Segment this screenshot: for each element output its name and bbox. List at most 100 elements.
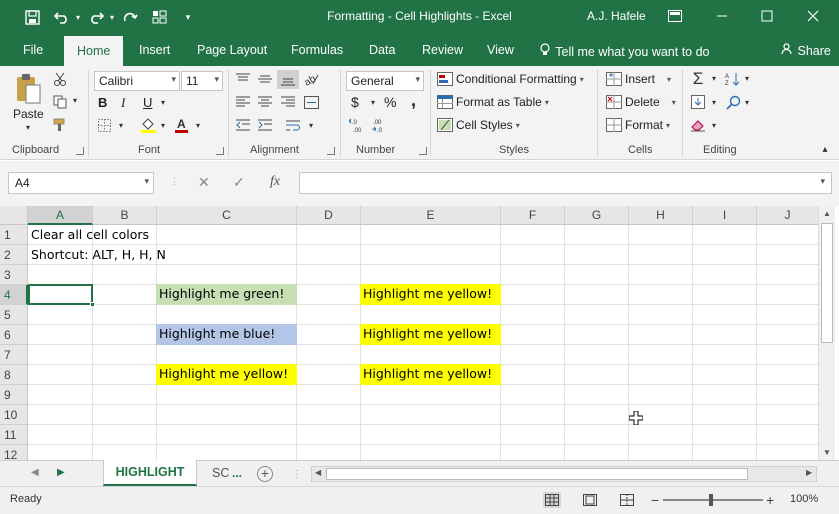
insert-function-button[interactable]: fx (270, 174, 280, 190)
row-header-6[interactable]: 6 (0, 325, 28, 345)
clipboard-launcher-icon[interactable] (76, 147, 84, 155)
clear-dropdown-icon[interactable]: ▾ (709, 121, 719, 130)
fill-icon[interactable] (689, 94, 707, 110)
tab-file[interactable]: File (23, 43, 43, 57)
column-header-d[interactable]: D (297, 206, 361, 225)
underline-dropdown-icon[interactable]: ▾ (158, 98, 168, 107)
minimize-icon[interactable] (712, 6, 732, 26)
ribbon-options-icon[interactable] (665, 6, 685, 26)
fill-handle[interactable] (90, 302, 95, 307)
zoom-slider-knob[interactable] (709, 494, 713, 506)
increase-decimal-icon[interactable]: .0.00 (348, 117, 368, 133)
cut-icon[interactable] (52, 71, 68, 87)
format-painter-icon[interactable] (52, 117, 68, 133)
align-left-icon[interactable] (234, 94, 252, 110)
italic-button[interactable]: I (121, 95, 125, 111)
cell-c6[interactable]: Highlight me blue! (156, 324, 297, 345)
row-header-4[interactable]: 4 (0, 285, 28, 305)
scroll-right-icon[interactable]: ▶ (806, 468, 812, 477)
alignment-launcher-icon[interactable] (327, 147, 335, 155)
font-name-combo[interactable]: Calibri ▾ (94, 71, 180, 91)
row-header-12[interactable]: 12 (0, 445, 28, 460)
comma-style-button[interactable]: , (411, 90, 416, 111)
more-sheets-button[interactable]: ... (232, 466, 242, 480)
sort-filter-icon[interactable]: AZ (724, 71, 742, 87)
tab-home[interactable]: Home (64, 36, 124, 66)
column-header-g[interactable]: G (565, 206, 629, 225)
cell-a1[interactable]: Clear all cell colors (28, 225, 152, 245)
column-header-i[interactable]: I (693, 206, 757, 225)
column-header-c[interactable]: C (157, 206, 297, 225)
horizontal-scroll-thumb[interactable] (326, 468, 748, 480)
cell-styles-button[interactable]: Cell Styles ▾ (437, 118, 520, 132)
wrap-text-icon[interactable] (284, 117, 302, 133)
close-icon[interactable] (803, 6, 823, 26)
paste-button[interactable]: Paste (13, 107, 44, 121)
page-layout-view-icon[interactable] (581, 492, 599, 508)
merge-center-icon[interactable] (302, 94, 320, 110)
align-bottom-icon[interactable] (277, 70, 299, 89)
currency-dropdown-icon[interactable]: ▾ (368, 98, 378, 107)
name-box[interactable]: A4 ▾ (8, 172, 154, 194)
autosum-icon[interactable]: Σ (689, 69, 707, 88)
decrease-decimal-icon[interactable]: .00.0 (370, 117, 390, 133)
copy-dropdown-icon[interactable]: ▾ (70, 96, 80, 105)
sheet-next-icon[interactable]: ▶ (57, 467, 65, 478)
enter-icon[interactable]: ✓ (233, 174, 245, 191)
cell-e4[interactable]: Highlight me yellow! (360, 284, 501, 305)
number-launcher-icon[interactable] (419, 147, 427, 155)
conditional-formatting-button[interactable]: Conditional Formatting ▾ (437, 72, 584, 86)
share-button[interactable]: Share (781, 43, 831, 58)
collapse-ribbon-icon[interactable]: ▴ (818, 144, 832, 155)
splitter-dots-icon[interactable]: ⋮ (170, 176, 180, 187)
increase-indent-icon[interactable] (256, 117, 274, 133)
tab-splitter-icon[interactable]: ⋮ (292, 469, 302, 480)
cell-c4[interactable]: Highlight me green! (156, 284, 297, 305)
fill-color-dropdown-icon[interactable]: ▾ (158, 121, 168, 130)
cell-e8[interactable]: Highlight me yellow! (360, 364, 501, 385)
row-header-3[interactable]: 3 (0, 265, 28, 285)
paste-dropdown-icon[interactable]: ▾ (22, 123, 34, 132)
font-color-dropdown-icon[interactable]: ▾ (193, 121, 203, 130)
row-header-5[interactable]: 5 (0, 305, 28, 325)
row-header-1[interactable]: 1 (0, 225, 28, 245)
tab-page-layout[interactable]: Page Layout (197, 43, 267, 57)
column-header-e[interactable]: E (361, 206, 501, 225)
horizontal-scrollbar[interactable]: ◀ ▶ (311, 466, 817, 482)
tab-data[interactable]: Data (369, 43, 395, 57)
sort-dropdown-icon[interactable]: ▾ (742, 74, 752, 83)
bold-button[interactable]: B (98, 95, 107, 110)
underline-button[interactable]: U (143, 95, 152, 110)
normal-view-icon[interactable] (543, 492, 561, 508)
worksheet-grid[interactable]: A B C D E F G H I J 1 2 3 4 5 6 7 8 9 10… (0, 206, 839, 460)
tell-me-search[interactable]: Tell me what you want to do (540, 43, 710, 59)
delete-cells-button[interactable]: Delete ▾ (606, 95, 676, 109)
page-break-view-icon[interactable] (618, 492, 636, 508)
tab-view[interactable]: View (487, 43, 514, 57)
align-center-icon[interactable] (256, 94, 274, 110)
find-select-icon[interactable] (724, 94, 742, 110)
align-right-icon[interactable] (279, 94, 297, 110)
font-color-icon[interactable]: A (173, 117, 189, 133)
row-header-7[interactable]: 7 (0, 345, 28, 365)
currency-button[interactable]: $ (351, 94, 359, 110)
decrease-indent-icon[interactable] (234, 117, 252, 133)
user-name[interactable]: A.J. Hafele (587, 9, 646, 23)
row-header-11[interactable]: 11 (0, 425, 28, 445)
copy-icon[interactable] (52, 94, 68, 110)
cell-a2[interactable]: Shortcut: ALT, H, H, N (28, 245, 169, 265)
vertical-scroll-thumb[interactable] (821, 223, 833, 343)
zoom-out-button[interactable]: − (651, 492, 659, 508)
percent-button[interactable]: % (384, 94, 396, 110)
borders-dropdown-icon[interactable]: ▾ (116, 121, 126, 130)
insert-cells-button[interactable]: Insert ▾ (606, 72, 671, 86)
tab-formulas[interactable]: Formulas (291, 43, 343, 57)
scroll-left-icon[interactable]: ◀ (315, 468, 321, 477)
cancel-icon[interactable]: ✕ (198, 174, 210, 191)
sheet-prev-icon[interactable]: ◀ (31, 467, 39, 478)
tab-review[interactable]: Review (422, 43, 463, 57)
row-header-9[interactable]: 9 (0, 385, 28, 405)
paste-icon[interactable] (13, 72, 43, 106)
number-format-combo[interactable]: General ▾ (346, 71, 424, 91)
scroll-down-icon[interactable]: ▼ (823, 448, 831, 457)
